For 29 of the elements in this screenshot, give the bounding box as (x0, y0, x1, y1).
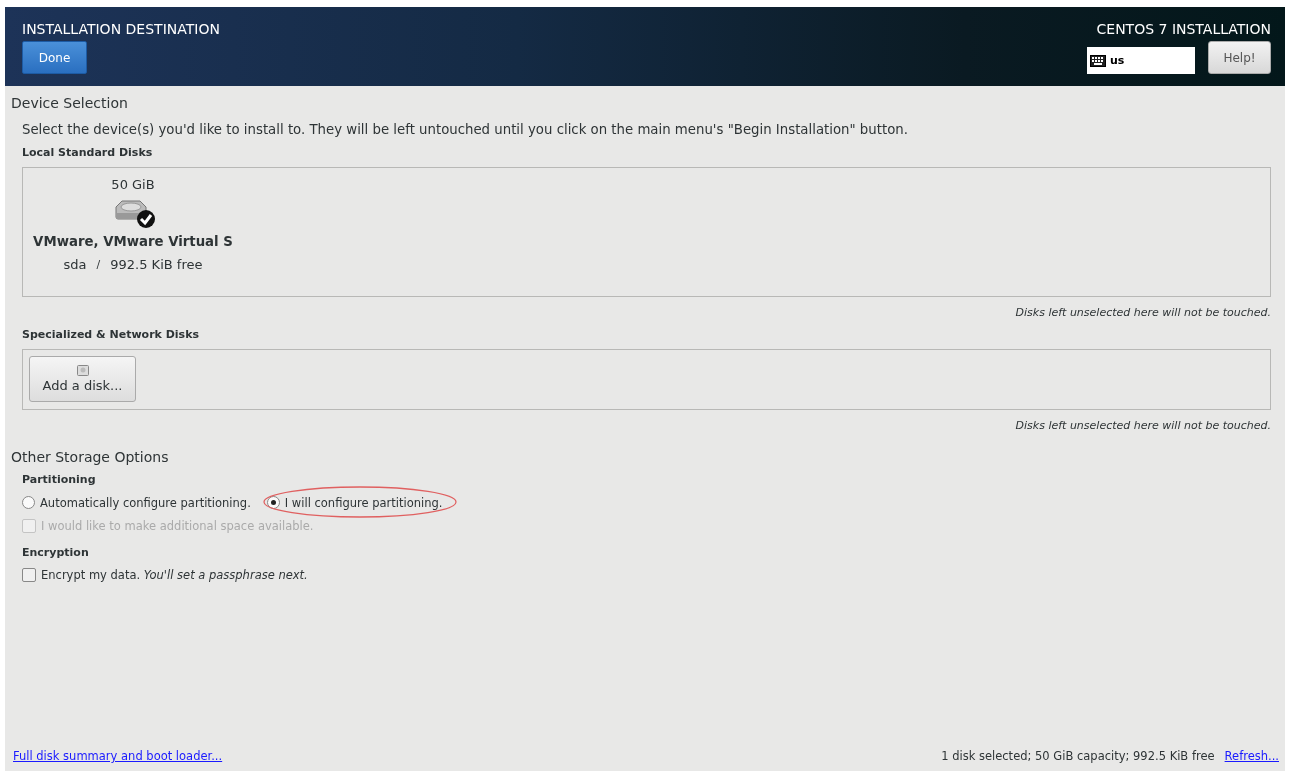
group-heading: Partitioning (22, 473, 97, 487)
radio-button[interactable] (22, 496, 35, 509)
group-heading: Specialized & Network Disks (22, 328, 201, 342)
encrypt-checkbox[interactable]: Encrypt my data. You'll set a passphrase next. (22, 566, 1271, 583)
add-disk-button[interactable]: Add a disk... (29, 356, 136, 402)
product-title: CENTOS 7 INSTALLATION (1096, 21, 1271, 38)
section-heading: Other Storage Options (11, 448, 170, 466)
device-name: sda (63, 256, 87, 274)
help-button[interactable]: Help! (1208, 41, 1271, 74)
disk-size: 50 GiB (111, 176, 155, 193)
group-heading: Local Standard Disks (22, 146, 154, 160)
disk-name: VMware, VMware Virtual S (33, 233, 233, 251)
hint-text: Disks left unselected here will not be touched. (1014, 306, 1271, 320)
done-button[interactable]: Done (22, 41, 87, 74)
section-heading: Device Selection (11, 94, 129, 112)
radio-option[interactable]: Automatically configure partitioning. (22, 494, 251, 511)
keyboard-icon (1090, 54, 1106, 67)
summary-link[interactable]: Full disk summary and boot loader... (13, 749, 223, 763)
keyboard-layout-field[interactable]: us (1087, 47, 1195, 74)
separator: / (96, 257, 101, 273)
free-space: 992.5 KiB free (110, 256, 203, 274)
instruction-text: Select the device(s) you'd like to install to. They will be left untouched until you click on the main menu's "Begin Installation" button. (22, 121, 909, 138)
screen-title: INSTALLATION DESTINATION (22, 21, 220, 38)
refresh-link[interactable]: Refresh... (1224, 749, 1279, 763)
group-heading: Encryption (22, 546, 90, 560)
disk-tile[interactable]: 50 GiB VMware, VMware Virtual S sda / 992.5 KiB free (23, 168, 243, 296)
status-text: 1 disk selected; 50 GiB capacity; 992.5 KiB free (941, 749, 1215, 763)
hint-text: Disks left unselected here will not be touched. (1014, 419, 1271, 433)
checkbox[interactable] (22, 567, 36, 582)
